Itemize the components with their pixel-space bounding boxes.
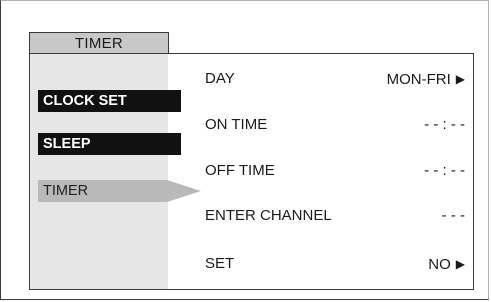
sidebar-item-label: SLEEP [43,136,91,152]
setting-value-off-time[interactable]: - - : - - [424,161,465,181]
right-triangle-icon: ▶ [455,257,465,271]
setting-value-enter-channel[interactable]: - - - [442,206,465,226]
setting-label-off-time: OFF TIME [205,162,275,179]
setting-value-set[interactable]: NO ▶ [428,254,465,275]
sidebar-item-clock-set[interactable]: CLOCK SET [38,90,181,112]
setting-row-off-time[interactable]: OFF TIME - - : - - [205,161,465,181]
menu-title: TIMER [74,35,124,52]
right-pointer-icon [167,180,201,202]
sidebar-item-sleep[interactable]: SLEEP [38,133,181,155]
setting-label-on-time: ON TIME [205,116,268,133]
setting-value-day[interactable]: MON-FRI ▶ [387,69,465,90]
setting-label-enter-channel: ENTER CHANNEL [205,207,332,224]
osd-menu-window: CLOCK SET SLEEP TIMER DAY MON-FRI ▶ ON TI… [29,53,474,290]
right-triangle-icon: ▶ [455,72,465,86]
setting-label-day: DAY [205,70,235,87]
menu-title-tab: TIMER [29,32,169,54]
setting-row-on-time[interactable]: ON TIME - - : - - [205,115,465,135]
setting-value-on-time[interactable]: - - : - - [424,115,465,135]
setting-row-set[interactable]: SET NO ▶ [205,254,465,274]
sidebar-item-label: CLOCK SET [43,93,127,109]
sidebar-item-label: TIMER [43,183,89,199]
setting-row-day[interactable]: DAY MON-FRI ▶ [205,69,465,89]
sidebar-item-timer[interactable]: TIMER [38,180,167,202]
setting-row-enter-channel[interactable]: ENTER CHANNEL - - - [205,206,465,226]
setting-label-set: SET [205,255,235,272]
